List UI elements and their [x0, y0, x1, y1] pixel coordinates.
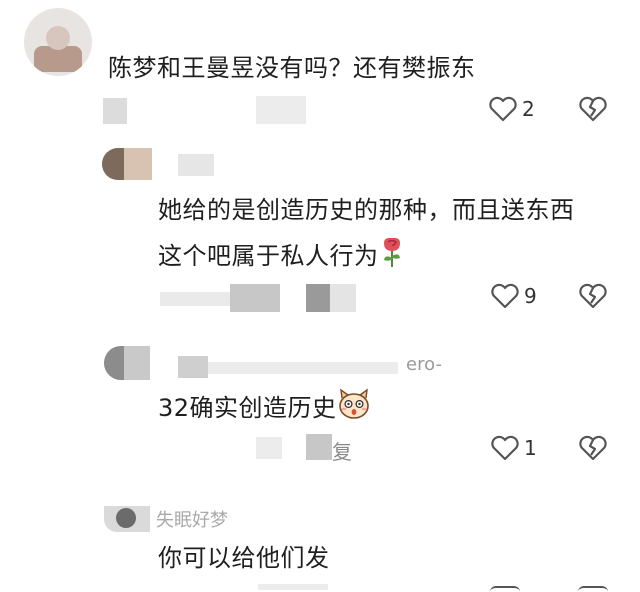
- username-blurred: [208, 362, 398, 374]
- comment-text-line2: 这个吧属于私人行为: [158, 236, 405, 278]
- like-button[interactable]: [490, 283, 520, 309]
- like-button[interactable]: [490, 435, 520, 461]
- dislike-button-partial[interactable]: [578, 586, 608, 592]
- username-fragment: ero-: [406, 354, 442, 375]
- avatar[interactable]: [104, 346, 150, 380]
- timestamp-blurred: [258, 584, 328, 590]
- comment-text: 32确实创造历史: [158, 388, 371, 430]
- broken-heart-icon: [579, 283, 607, 309]
- comment-text: 陈梦和王曼昱没有吗？还有樊振东: [108, 54, 476, 82]
- reply-button-blurred[interactable]: [230, 284, 280, 312]
- shocked-face-emoji: [337, 388, 371, 430]
- timestamp-blurred: [160, 292, 230, 306]
- dislike-button[interactable]: [578, 96, 608, 122]
- reply-button-blurred[interactable]: [306, 434, 332, 460]
- broken-heart-icon: [579, 96, 607, 122]
- blurred-fragment: [330, 284, 356, 312]
- like-button-partial[interactable]: [490, 586, 520, 592]
- dislike-button[interactable]: [578, 283, 608, 309]
- like-count: 1: [524, 436, 537, 460]
- rose-emoji: [379, 236, 405, 278]
- comment-text-line2-content: 这个吧属于私人行为: [158, 242, 379, 270]
- comment-text-content: 32确实创造历史: [158, 394, 337, 422]
- comment-text: 你可以给他们发: [158, 544, 330, 572]
- comment-text-line1: 她给的是创造历史的那种，而且送东西: [158, 196, 575, 224]
- timestamp-blurred: [256, 437, 282, 459]
- dislike-button[interactable]: [578, 435, 608, 461]
- heart-outline-icon: [491, 435, 519, 461]
- username-blurred: [178, 154, 214, 176]
- avatar[interactable]: [104, 506, 150, 532]
- reply-button-blurred[interactable]: [256, 96, 306, 124]
- like-count: 9: [524, 284, 537, 308]
- avatar[interactable]: [102, 148, 152, 180]
- username-blurred: [178, 356, 208, 378]
- heart-outline-icon: [489, 96, 517, 122]
- blurred-fragment: [306, 284, 330, 312]
- timestamp-blurred: [103, 98, 127, 124]
- username: 失眠好梦: [156, 510, 228, 531]
- broken-heart-icon: [579, 435, 607, 461]
- heart-outline-icon: [491, 283, 519, 309]
- like-button[interactable]: [488, 96, 518, 122]
- reply-fragment[interactable]: 复: [332, 436, 352, 465]
- avatar[interactable]: [24, 8, 92, 76]
- like-count: 2: [522, 97, 535, 121]
